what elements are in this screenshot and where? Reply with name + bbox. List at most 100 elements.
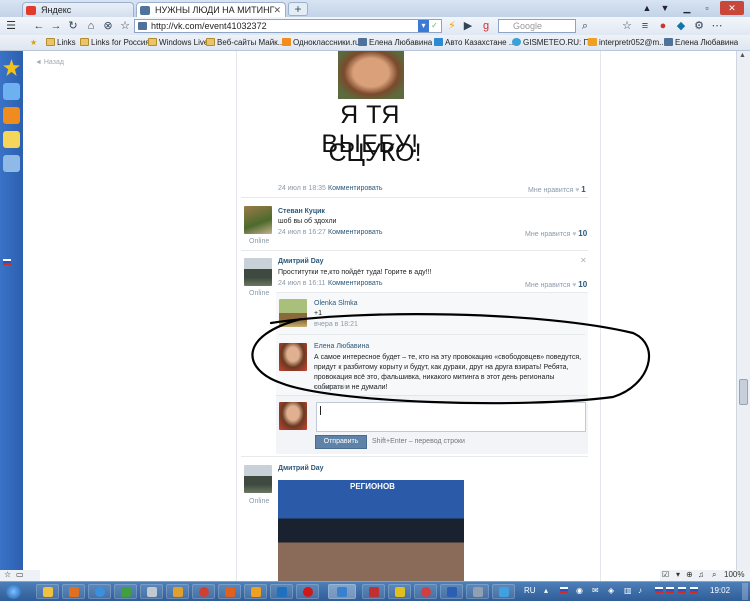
downloads-icon[interactable] — [3, 83, 20, 100]
status-icon[interactable]: ⊕ — [686, 570, 693, 579]
close-post-icon[interactable]: ✕ — [580, 256, 587, 265]
flag-icon[interactable] — [560, 587, 568, 593]
menu-icon[interactable]: ☰ — [4, 19, 18, 33]
status-check-icon[interactable]: ☑ — [662, 570, 669, 579]
comment-author[interactable]: Елена Любавина — [314, 343, 369, 350]
bookmark-windows-live[interactable]: Windows Live — [148, 36, 208, 49]
taskbar-app[interactable] — [414, 584, 437, 599]
post-date[interactable]: 24 июл в 16:27 — [278, 229, 326, 236]
notes-icon[interactable] — [3, 131, 20, 148]
avatar[interactable] — [279, 299, 307, 327]
taskbar-app[interactable] — [388, 584, 411, 599]
back-link[interactable]: ◄ Назад — [35, 59, 64, 66]
url-dropdown-icon[interactable]: ▾ — [418, 20, 429, 32]
volume-icon[interactable]: ♪ — [638, 586, 642, 595]
taskbar-app[interactable] — [140, 584, 163, 599]
status-dropdown-icon[interactable]: ▾ — [676, 570, 680, 579]
star-icon[interactable]: ☆ — [620, 19, 634, 33]
tab-scroll-icon[interactable]: ▼ — [658, 1, 672, 15]
taskbar-word[interactable] — [440, 584, 463, 599]
taskbar-app[interactable] — [492, 584, 515, 599]
taskbar-explorer[interactable] — [36, 584, 59, 599]
close-tab-icon[interactable]: ✕ — [273, 3, 281, 17]
comment-author[interactable]: Olenka Slmka — [314, 300, 358, 307]
post-date[interactable]: 24 июл в 16:11 — [278, 280, 325, 287]
addon2-icon[interactable]: ◆ — [674, 19, 688, 33]
status-volume-icon[interactable]: ♫ — [698, 570, 704, 579]
comment-date[interactable]: только что — [314, 384, 348, 391]
bookmarks-star-icon[interactable]: ★ — [30, 36, 37, 49]
settings-icon[interactable]: ⚙ — [692, 19, 706, 33]
taskbar-ie[interactable] — [88, 584, 111, 599]
tray-app-icon[interactable]: ◉ — [576, 586, 583, 595]
bookmark-web-sites[interactable]: Веб-сайты Майк... — [206, 36, 284, 49]
network-icon[interactable]: ▥ — [624, 586, 632, 595]
minimize-icon[interactable]: ▁ — [680, 1, 694, 15]
taskbar-app[interactable] — [270, 584, 293, 599]
tray-arrow-icon[interactable]: ▴ — [544, 586, 548, 595]
avatar[interactable] — [244, 206, 272, 234]
maximize-icon[interactable]: ▫ — [700, 1, 714, 15]
url-bar[interactable]: http://vk.com/event41032372 ▾ ✓ — [134, 19, 442, 33]
new-tab-button[interactable]: + — [288, 2, 308, 16]
bookmark-odnoklassniki[interactable]: Одноклассники.ru — [282, 36, 359, 49]
post-date[interactable]: 24 июл в 18:35 — [278, 185, 326, 192]
post-author[interactable]: Стеван Куцик — [278, 208, 325, 215]
start-button[interactable] — [2, 582, 26, 601]
home-icon[interactable]: ⌂ — [84, 19, 98, 33]
addon-icon[interactable]: ● — [656, 19, 670, 33]
scrollbar[interactable]: ▲ ▼ — [736, 51, 750, 581]
tools-icon[interactable]: ⋯ — [710, 19, 724, 33]
feed-icon[interactable]: ≡ — [638, 19, 652, 33]
rss-icon[interactable]: ✓ — [429, 20, 440, 32]
stop-icon[interactable]: ⊗ — [101, 19, 115, 33]
reload-icon[interactable]: ↻ — [66, 19, 80, 33]
flag-icon[interactable] — [690, 587, 698, 593]
lightning-icon[interactable]: ⚡ — [445, 19, 459, 33]
avatar[interactable] — [279, 343, 307, 371]
post-photo[interactable]: РЕГИОНОВ — [278, 480, 464, 581]
forward-icon[interactable]: → — [49, 19, 63, 33]
status-window-icon[interactable]: ▭ — [16, 570, 24, 579]
reply-input[interactable] — [316, 402, 586, 432]
comment-link[interactable]: Комментировать — [328, 280, 383, 287]
flag-icon[interactable] — [655, 587, 663, 593]
tray-app-icon[interactable]: ✉ — [592, 586, 599, 595]
scrollbar-thumb[interactable] — [739, 379, 748, 405]
bookmark-elena-1[interactable]: Елена Любавина — [358, 36, 432, 49]
bookmark-star-icon[interactable]: ☆ — [118, 19, 132, 33]
bookmark-gismeteo[interactable]: GISMETEO.RU: П... — [512, 36, 596, 49]
tab-vk-event[interactable]: НУЖНЫ ЛЮДИ НА МИТИНГ ✕ — [136, 2, 286, 17]
tab-list-icon[interactable]: ▲ — [640, 1, 654, 15]
search-icon[interactable]: ⌕ — [578, 19, 592, 33]
comment-link[interactable]: Комментировать — [328, 229, 383, 236]
like-button[interactable]: Мне нравится ♥ 10 — [525, 229, 587, 238]
bookmark-links-russia[interactable]: Links for Россия — [80, 36, 150, 49]
scroll-up-icon[interactable]: ▲ — [739, 52, 746, 59]
zoom-level[interactable]: 100% — [724, 570, 744, 579]
like-button[interactable]: Мне нравится ♥ 1 — [528, 185, 586, 194]
comment-date[interactable]: вчера в 18:21 — [314, 321, 358, 328]
taskbar-app[interactable] — [362, 584, 385, 599]
taskbar-app[interactable] — [466, 584, 489, 599]
bookmark-mail[interactable]: interpretr052@m... — [588, 36, 666, 49]
tab-yandex[interactable]: Яндекс — [22, 2, 134, 17]
comment-link[interactable]: Комментировать — [328, 185, 383, 192]
taskbar-media[interactable] — [62, 584, 85, 599]
taskbar-browser-active[interactable] — [328, 584, 356, 599]
taskbar-app[interactable] — [192, 584, 215, 599]
favorites-icon[interactable] — [3, 59, 20, 76]
close-window-icon[interactable]: ✕ — [720, 1, 744, 15]
panels-icon[interactable] — [3, 155, 20, 172]
taskbar-app[interactable] — [166, 584, 189, 599]
taskbar-app[interactable] — [218, 584, 241, 599]
zoom-icon[interactable]: ⌕ — [712, 570, 716, 580]
bookmark-links[interactable]: Links — [46, 36, 76, 49]
taskbar-app[interactable] — [114, 584, 137, 599]
rss-feed-icon[interactable] — [3, 107, 20, 124]
send-button[interactable]: Отправить — [315, 435, 367, 449]
google-engine-icon[interactable]: g — [479, 19, 493, 33]
taskbar-app[interactable] — [244, 584, 267, 599]
post-author[interactable]: Дмитрий Day — [278, 258, 324, 265]
go-icon[interactable]: ▶ — [461, 19, 475, 33]
